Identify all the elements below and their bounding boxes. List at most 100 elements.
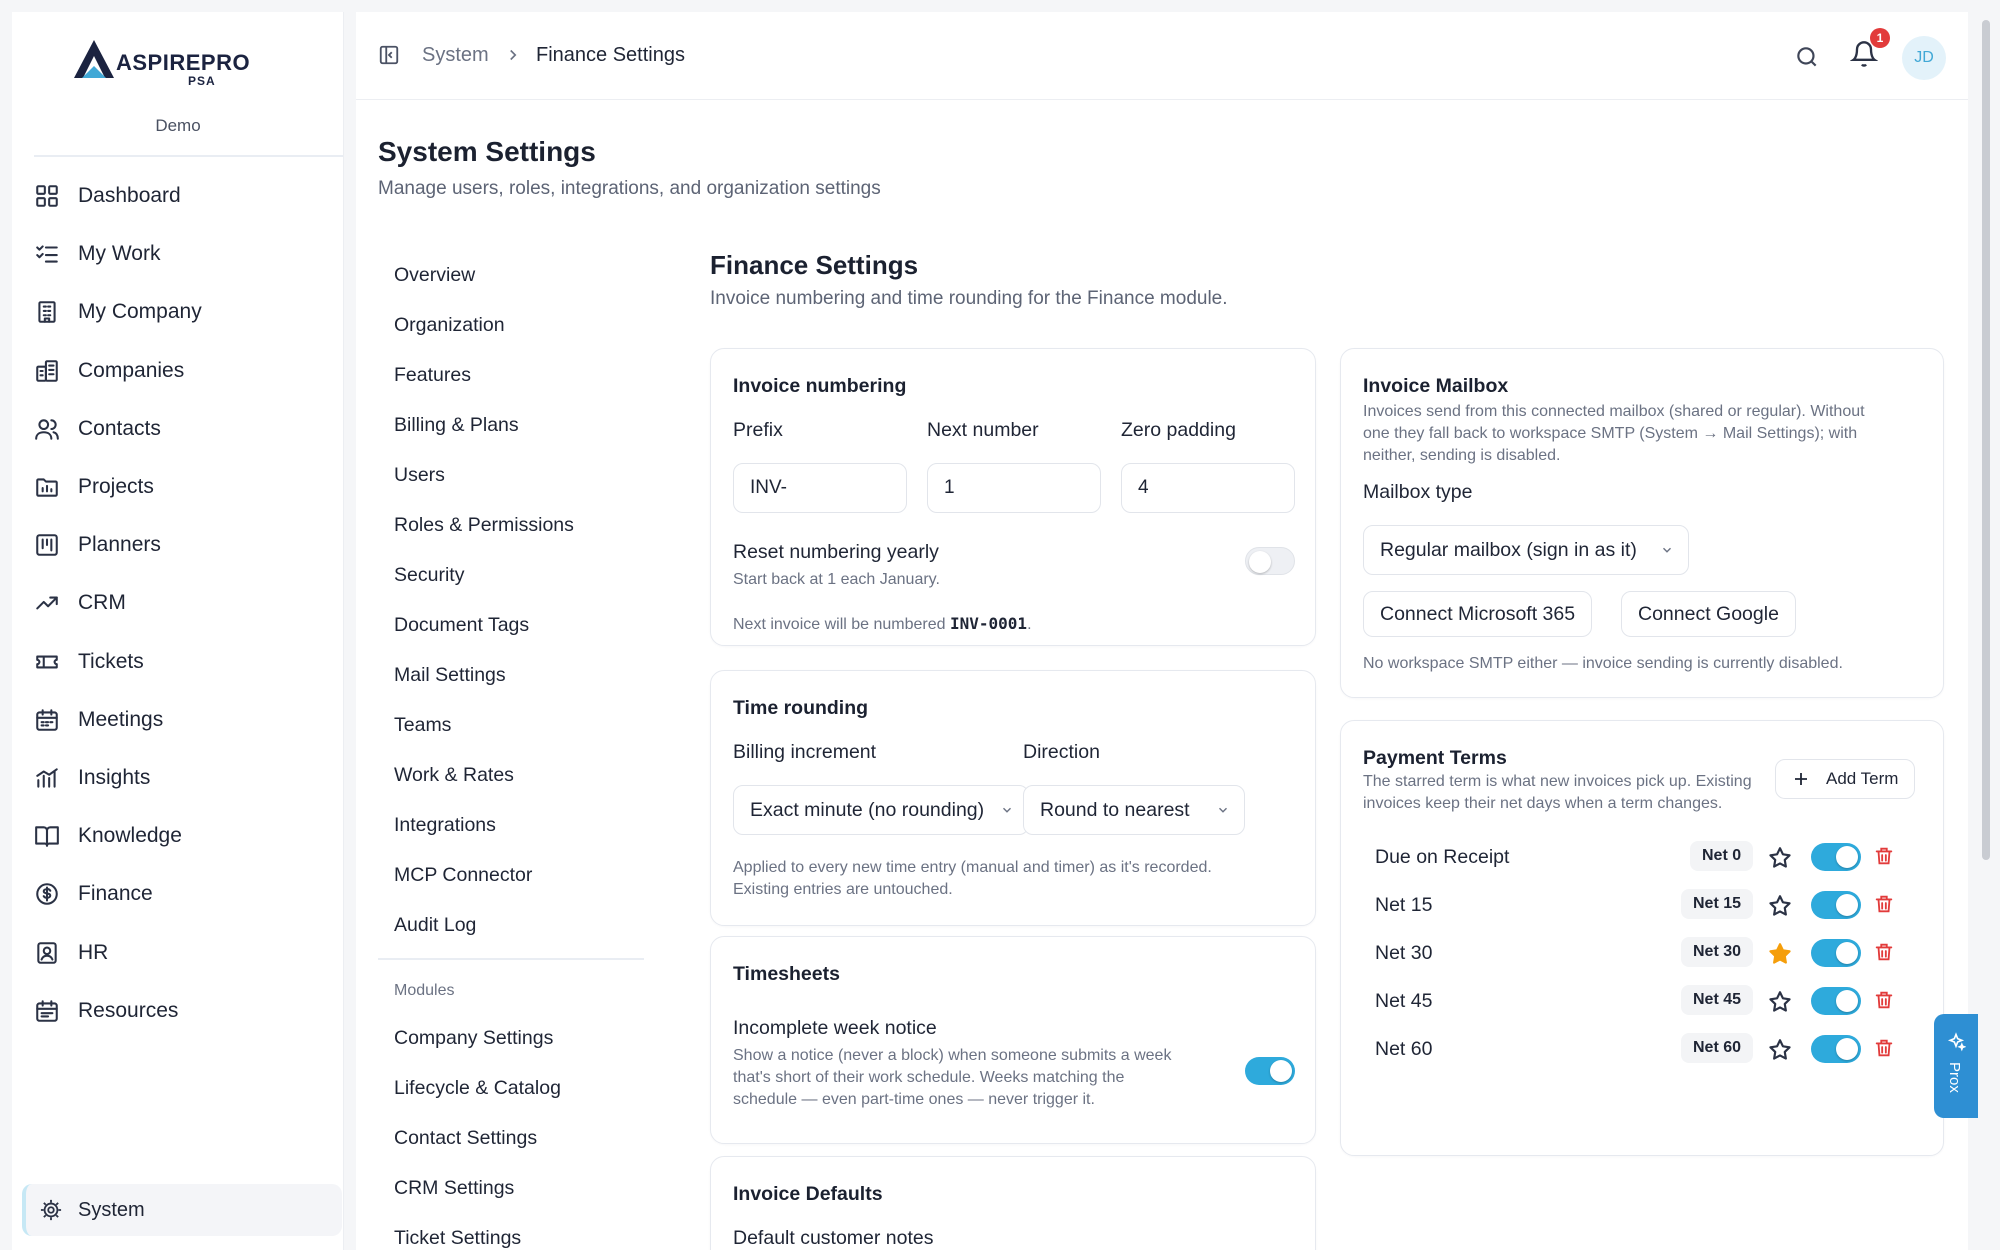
sidebar-item-knowledge[interactable]: Knowledge	[32, 807, 332, 865]
sidebar-item-my-work[interactable]: My Work	[32, 225, 332, 283]
term-enabled-toggle[interactable]	[1811, 843, 1861, 871]
subnav-item-features[interactable]: Features	[386, 350, 636, 400]
incomplete-week-help-3: schedule — even part-time ones — never t…	[733, 1091, 1095, 1108]
subnav-item-integrations[interactable]: Integrations	[386, 800, 636, 850]
sidebar-item-dashboard[interactable]: Dashboard	[32, 167, 332, 225]
subnav-item-users[interactable]: Users	[386, 450, 636, 500]
term-name: Net 30	[1375, 942, 1433, 964]
id-badge-icon	[34, 940, 60, 966]
sidebar-item-finance[interactable]: Finance	[32, 865, 332, 923]
sidebar-item-hr[interactable]: HR	[32, 923, 332, 981]
term-code-badge: Net 60	[1681, 1033, 1754, 1063]
subnav-item-audit-log[interactable]: Audit Log	[386, 900, 636, 950]
trash-icon[interactable]	[1873, 845, 1895, 869]
reset-yearly-toggle[interactable]	[1245, 547, 1295, 575]
star-icon[interactable]	[1767, 893, 1793, 919]
brand-name: ASPIREPRO	[116, 50, 251, 75]
star-icon[interactable]	[1767, 989, 1793, 1015]
subnav-item-roles-permissions[interactable]: Roles & Permissions	[386, 500, 636, 550]
sidebar-toggle-icon[interactable]	[378, 44, 400, 66]
mailbox-type-select[interactable]: Regular mailbox (sign in as it)	[1363, 525, 1689, 575]
sidebar-item-resources[interactable]: Resources	[32, 982, 332, 1040]
term-enabled-toggle[interactable]	[1811, 939, 1861, 967]
add-term-button[interactable]: Add Term	[1775, 759, 1916, 799]
next-number-input[interactable]: 1	[927, 463, 1101, 513]
prefix-label: Prefix	[733, 419, 783, 441]
subnav-module-ticket-settings[interactable]: Ticket Settings	[386, 1213, 636, 1250]
payment-term-row: Due on Receipt Net 0	[1363, 833, 1923, 881]
trash-icon[interactable]	[1873, 1037, 1895, 1061]
trending-up-icon	[34, 590, 60, 616]
card-title: Invoice numbering	[733, 375, 907, 397]
zero-padding-input[interactable]: 4	[1121, 463, 1295, 513]
subnav-item-mcp-connector[interactable]: MCP Connector	[386, 850, 636, 900]
sidebar-item-contacts[interactable]: Contacts	[32, 400, 332, 458]
subnav-item-billing-plans[interactable]: Billing & Plans	[386, 400, 636, 450]
search-icon[interactable]	[1794, 44, 1820, 70]
mailbox-type-label: Mailbox type	[1363, 481, 1473, 503]
prox-assistant-tab[interactable]: Prox	[1934, 1014, 1978, 1118]
subnav-item-work-rates[interactable]: Work & Rates	[386, 750, 636, 800]
direction-select[interactable]: Round to nearest	[1023, 785, 1245, 835]
page-scrollbar[interactable]	[1982, 20, 1990, 860]
brand-logo[interactable]: ASPIREPRO PSA	[72, 36, 272, 90]
payment-term-row: Net 45 Net 45	[1363, 977, 1923, 1025]
toggle-knob	[1836, 990, 1858, 1012]
term-name: Net 15	[1375, 894, 1433, 916]
subnav-module-crm-settings[interactable]: CRM Settings	[386, 1163, 636, 1213]
breadcrumb-current: Finance Settings	[536, 44, 685, 66]
subnav-item-security[interactable]: Security	[386, 550, 636, 600]
sidebar-item-planners[interactable]: Planners	[32, 516, 332, 574]
star-icon[interactable]	[1767, 845, 1793, 871]
sidebar-item-my-company[interactable]: My Company	[32, 283, 332, 341]
default-notes-label: Default customer notes	[733, 1227, 934, 1249]
connect-google-button[interactable]: Connect Google	[1621, 591, 1796, 637]
term-enabled-toggle[interactable]	[1811, 987, 1861, 1015]
billing-increment-select[interactable]: Exact minute (no rounding)	[733, 785, 1029, 835]
chevron-right-icon	[504, 46, 522, 64]
avatar[interactable]: JD	[1902, 36, 1946, 80]
subnav-module-contact-settings[interactable]: Contact Settings	[386, 1113, 636, 1163]
toggle-knob	[1836, 942, 1858, 964]
sidebar-item-companies[interactable]: Companies	[32, 342, 332, 400]
trash-icon[interactable]	[1873, 893, 1895, 917]
sidebar-item-insights[interactable]: Insights	[32, 749, 332, 807]
users-icon	[34, 416, 60, 442]
subnav-module-company-settings[interactable]: Company Settings	[386, 1013, 636, 1063]
dollar-icon	[34, 881, 60, 907]
payment-terms-card: Payment Terms The starred term is what n…	[1340, 720, 1944, 1156]
sidebar-item-meetings[interactable]: Meetings	[32, 691, 332, 749]
book-icon	[34, 823, 60, 849]
breadcrumb-parent[interactable]: System	[422, 44, 489, 67]
sidebar-item-label: Finance	[78, 882, 153, 906]
subnav-item-organization[interactable]: Organization	[386, 300, 636, 350]
sidebar-item-label: Insights	[78, 765, 151, 789]
connect-microsoft-button[interactable]: Connect Microsoft 365	[1363, 591, 1593, 637]
preview-text: Next invoice will be numbered	[733, 616, 950, 633]
star-icon[interactable]	[1767, 1037, 1793, 1063]
term-enabled-toggle[interactable]	[1811, 891, 1861, 919]
sidebar-item-crm[interactable]: CRM	[32, 574, 332, 632]
subnav-item-mail-settings[interactable]: Mail Settings	[386, 650, 636, 700]
invoice-numbering-card: Invoice numbering Prefix Next number Zer…	[710, 348, 1316, 646]
settings-subnav: Overview Organization Features Billing & Pl…	[386, 250, 636, 950]
sidebar-item-projects[interactable]: Projects	[32, 458, 332, 516]
sidebar-item-label: Resources	[78, 998, 179, 1022]
term-name: Due on Receipt	[1375, 846, 1510, 868]
mailbox-status: No workspace SMTP either — invoice sendi…	[1363, 655, 1843, 672]
sidebar-item-tickets[interactable]: Tickets	[32, 633, 332, 691]
subnav-item-overview[interactable]: Overview	[386, 250, 636, 300]
incomplete-week-toggle[interactable]	[1245, 1057, 1295, 1085]
star-filled-icon[interactable]	[1767, 941, 1793, 967]
trash-icon[interactable]	[1873, 941, 1895, 965]
timesheets-card: Timesheets Incomplete week notice Show a…	[710, 936, 1316, 1144]
next-number-label: Next number	[927, 419, 1039, 441]
trash-icon[interactable]	[1873, 989, 1895, 1013]
subnav-item-teams[interactable]: Teams	[386, 700, 636, 750]
sidebar-item-label: HR	[78, 940, 109, 964]
sidebar-item-system[interactable]: System	[22, 1184, 342, 1236]
subnav-module-lifecycle-catalog[interactable]: Lifecycle & Catalog	[386, 1063, 636, 1113]
prefix-input[interactable]: INV-	[733, 463, 907, 513]
subnav-item-document-tags[interactable]: Document Tags	[386, 600, 636, 650]
term-enabled-toggle[interactable]	[1811, 1035, 1861, 1063]
